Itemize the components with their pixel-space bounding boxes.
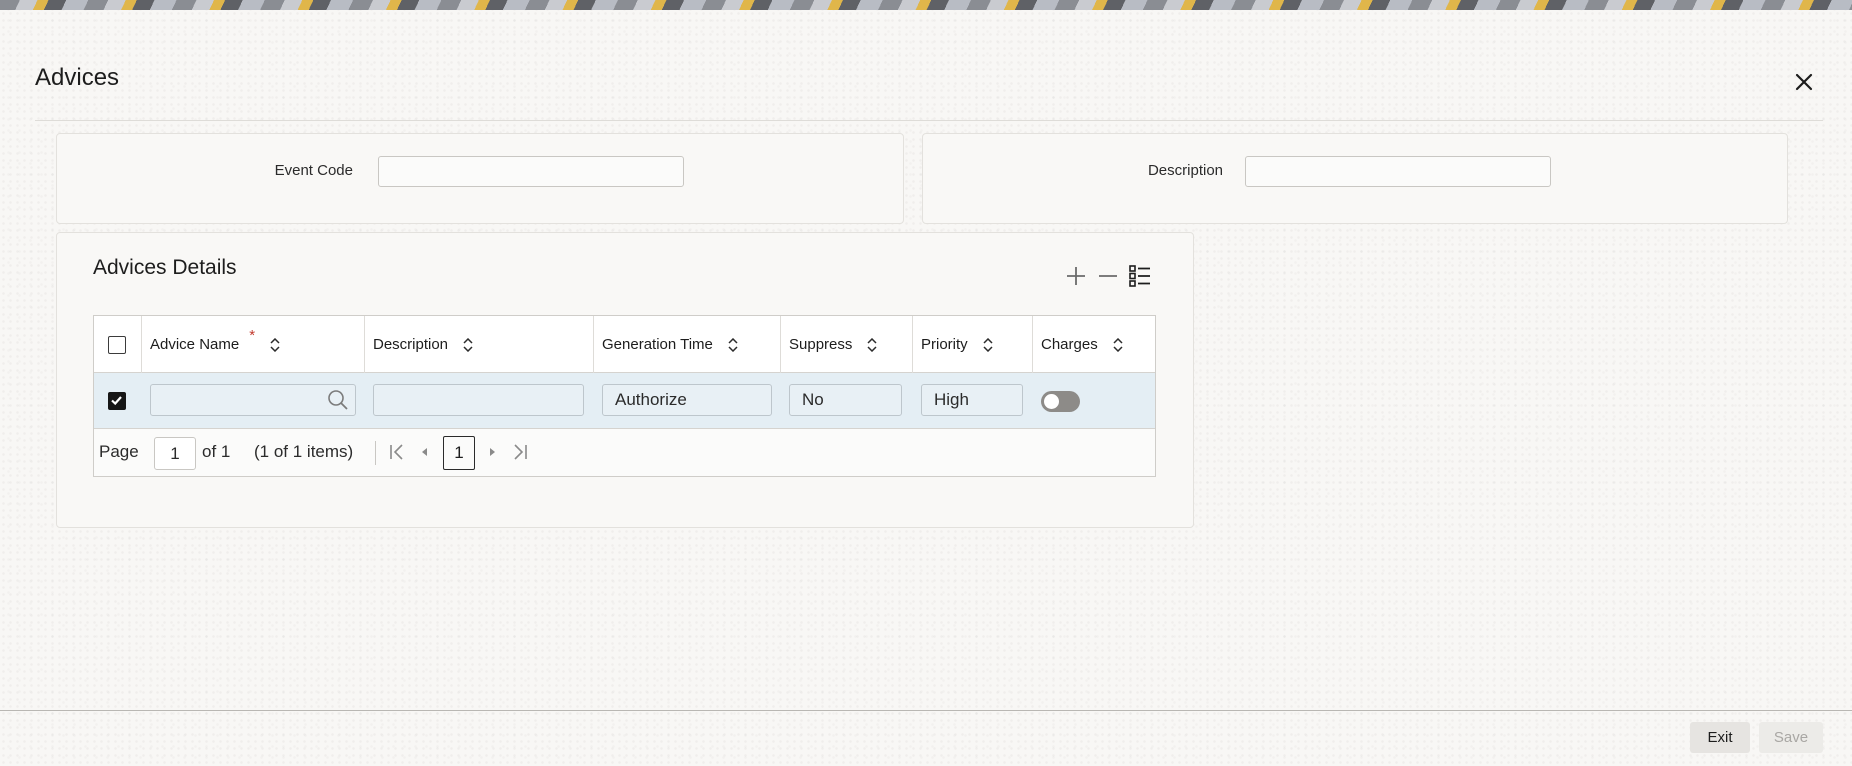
column-label: Suppress [789,336,853,353]
generation-time-field[interactable]: Authorize [602,384,772,416]
advice-name-input[interactable] [150,384,356,416]
sort-icon[interactable] [462,337,474,352]
items-count: (1 of 1 items) [254,442,354,461]
event-code-label: Event Code [274,162,353,179]
generation-time-value: Authorize [615,390,687,409]
suppress-field[interactable]: No [789,384,902,416]
list-view-icon [1129,265,1150,287]
column-header-priority[interactable]: Priority [921,316,994,373]
last-page-icon[interactable] [511,443,529,461]
first-page-icon[interactable] [388,443,406,461]
search-icon[interactable] [327,389,349,411]
sort-icon[interactable] [982,337,994,352]
description-input[interactable] [1245,156,1551,187]
next-page-icon[interactable] [483,443,501,461]
pagination-bar: Page of 1 (1 of 1 items) 1 [94,429,1155,476]
exit-button[interactable]: Exit [1690,722,1750,753]
required-marker: * [249,327,256,344]
save-button[interactable]: Save [1759,722,1823,753]
sort-icon[interactable] [1112,337,1124,352]
column-label: Generation Time [602,336,713,353]
advices-table: Advice Name * Description Generation Tim… [93,315,1156,477]
checkmark-icon [111,396,122,406]
event-code-input[interactable] [378,156,684,187]
toggle-knob [1044,394,1059,409]
column-label: Description [373,336,449,353]
column-label: Charges [1041,336,1098,353]
page-label: Page [99,442,139,461]
suppress-value: No [802,390,824,409]
top-banner [0,0,1852,10]
column-header-advice-name[interactable]: Advice Name * [150,316,281,373]
minus-icon [1099,275,1117,277]
description-cell-input[interactable] [373,384,584,416]
priority-field[interactable]: High [921,384,1023,416]
column-header-charges[interactable]: Charges [1041,316,1124,373]
page-count: of 1 [202,442,231,461]
column-label: Priority [921,336,968,353]
sort-icon[interactable] [866,337,878,352]
previous-page-icon[interactable] [416,443,434,461]
column-header-suppress[interactable]: Suppress [789,316,878,373]
table-header: Advice Name * Description Generation Tim… [94,316,1155,373]
delete-row-button[interactable] [1096,264,1120,293]
row-select-checkbox[interactable] [108,392,126,410]
table-row[interactable]: Authorize No High [94,373,1155,429]
page-number-input[interactable] [154,437,196,470]
sort-icon[interactable] [727,337,739,352]
advices-details-title: Advices Details [93,256,237,279]
current-page-button[interactable]: 1 [443,436,475,470]
close-button[interactable] [1790,68,1818,96]
column-header-generation-time[interactable]: Generation Time [602,316,739,373]
plus-icon [1067,267,1085,285]
sort-icon[interactable] [269,337,281,352]
column-label: Advice Name [150,336,240,353]
add-row-button[interactable] [1064,264,1088,293]
column-header-description[interactable]: Description [373,316,474,373]
select-all-checkbox[interactable] [108,336,126,354]
pager-divider [375,441,376,465]
page-title: Advices [35,64,120,91]
close-icon [1795,73,1813,91]
description-label: Description [1147,162,1223,179]
single-view-button[interactable] [1128,264,1152,293]
title-divider [35,120,1823,121]
footer-divider [0,710,1852,711]
charges-toggle[interactable] [1041,391,1080,412]
priority-value: High [934,390,969,409]
